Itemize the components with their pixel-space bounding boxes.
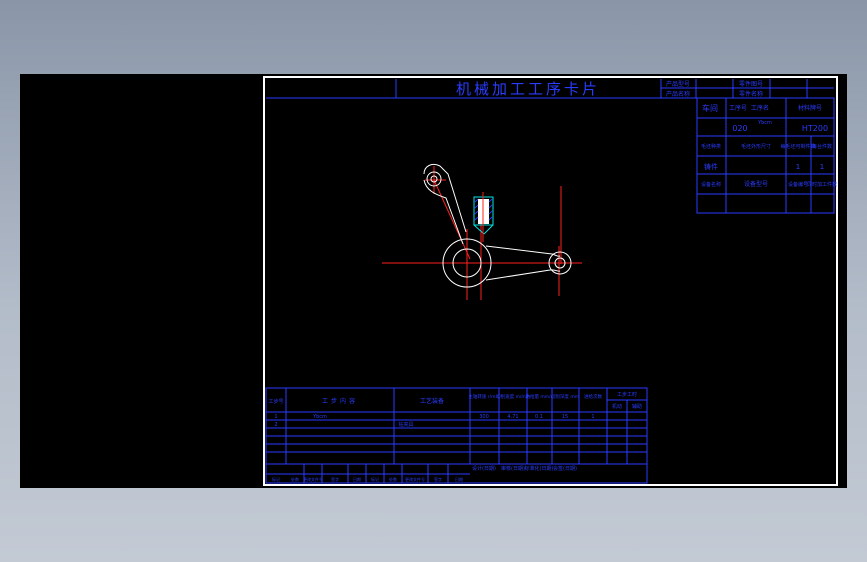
th-aux-time: 辅助 bbox=[632, 403, 642, 410]
blank-size-header: 毛坯外形尺寸 bbox=[741, 143, 771, 150]
blank-type-value: 铸件 bbox=[704, 162, 718, 171]
blank-count-value: 1 bbox=[820, 163, 824, 171]
card-title: 机械加工工序卡片 bbox=[456, 80, 600, 98]
process-name-value: Ybcm bbox=[757, 120, 772, 126]
th-step-no: 工步号 bbox=[268, 399, 283, 405]
row1-no: 1 bbox=[274, 414, 277, 420]
footer-review: 审核(日期) bbox=[501, 465, 525, 472]
col-process-no: 工序号 bbox=[729, 104, 747, 112]
row1-feed: 0.1 bbox=[535, 414, 543, 420]
th-step-time: 工步工时 bbox=[617, 391, 637, 398]
footer-countersign: 会签(日期) bbox=[553, 465, 577, 472]
blank-per-header: 每毛坯可制件数 bbox=[780, 143, 815, 150]
rev-mark-1: 标记 bbox=[272, 476, 280, 482]
row1-speed: 4.71 bbox=[507, 414, 518, 420]
rev-file-2: 更改文件号 bbox=[405, 476, 425, 482]
row1-spindle: 300 bbox=[479, 414, 489, 420]
row2-no: 2 bbox=[274, 422, 277, 428]
th-equipment: 工艺装备 bbox=[420, 397, 444, 405]
th-spindle: 主轴转速 r/min bbox=[468, 393, 499, 400]
equipment-count-header: 同时加工件数 bbox=[807, 181, 837, 188]
row1-tool: 钻夹具 bbox=[398, 421, 413, 428]
blank-per-value: 1 bbox=[796, 163, 800, 171]
footer-design: 设计(日期) bbox=[472, 465, 496, 472]
row1-passes: 1 bbox=[591, 414, 594, 420]
header-part-no: 零件图号 bbox=[739, 80, 763, 88]
blank-count-header: 每台件数 bbox=[812, 143, 832, 150]
process-no-value: 020 bbox=[732, 124, 747, 133]
rev-count-1: 处数 bbox=[291, 476, 299, 482]
th-step-content: 工步内容 bbox=[322, 397, 358, 405]
th-passes: 进给次数 bbox=[584, 393, 602, 400]
equipment-name-header: 设备名称 bbox=[701, 181, 721, 188]
th-machine-time: 机动 bbox=[612, 403, 622, 410]
equipment-no-header: 设备编号 bbox=[788, 181, 808, 188]
workshop-label: 车间 bbox=[702, 103, 718, 113]
lever-outline bbox=[423, 163, 572, 288]
header-part-name: 零件名称 bbox=[739, 90, 763, 98]
col-process-name: 工序名 bbox=[751, 104, 769, 112]
th-depth: 切削深度 mm bbox=[551, 393, 579, 400]
header-product-model: 产品型号 bbox=[666, 80, 690, 88]
process-card-drawing: 机械加工工序卡片 产品型号 产品名称 零件图号 零件名称 车间 工序号 工序名 … bbox=[263, 76, 838, 486]
material-value: HT200 bbox=[802, 124, 828, 133]
info-table bbox=[696, 97, 835, 214]
footer-standard: 标准化(日期) bbox=[525, 465, 554, 472]
row1-depth: 15 bbox=[562, 414, 568, 420]
blank-type-header: 毛坯种类 bbox=[701, 143, 721, 150]
sheet-border bbox=[263, 76, 838, 486]
rev-sign-1: 签字 bbox=[331, 476, 339, 482]
cad-viewport[interactable]: 机械加工工序卡片 产品型号 产品名称 零件图号 零件名称 车间 工序号 工序名 … bbox=[20, 74, 847, 488]
rev-count-2: 处数 bbox=[389, 476, 397, 482]
part-drawing bbox=[382, 163, 582, 300]
th-feed: 进给量 mm/r bbox=[525, 393, 552, 400]
col-material: 材料牌号 bbox=[798, 104, 822, 112]
equipment-model-header: 设备型号 bbox=[744, 180, 768, 188]
header-product-name: 产品名称 bbox=[666, 90, 690, 98]
revision-row: 标记 处数 更改文件号 签字 日期 标记 处数 更改文件号 签字 日期 bbox=[272, 476, 463, 482]
rev-file-1: 更改文件号 bbox=[303, 476, 323, 482]
rev-date-2: 日期 bbox=[455, 476, 463, 482]
rev-sign-2: 签字 bbox=[434, 476, 442, 482]
rev-mark-2: 标记 bbox=[371, 476, 379, 482]
center-lines bbox=[382, 166, 582, 300]
row1-content: Ybcm bbox=[312, 414, 327, 420]
rev-date-1: 日期 bbox=[353, 476, 361, 482]
